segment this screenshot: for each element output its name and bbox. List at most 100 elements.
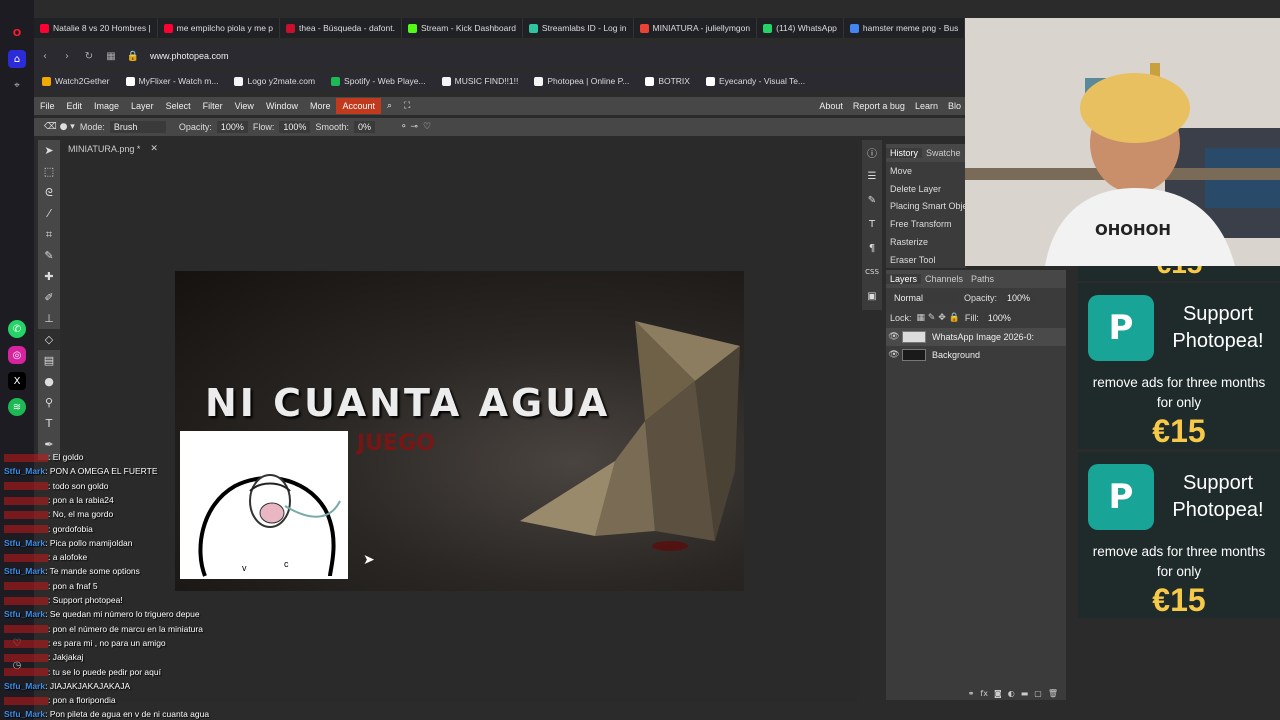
blur-tool-icon[interactable]: ● [38,371,60,392]
character-icon[interactable]: T [862,212,882,236]
history-item[interactable]: Free Transform [886,215,966,233]
delete-layer-icon[interactable]: 🗑 [1048,689,1058,698]
new-layer-icon[interactable]: ▢ [1034,689,1042,698]
browser-tab[interactable]: me empilcho piola y me p [158,18,281,38]
link-layers-icon[interactable]: ⚭ [968,689,975,698]
lasso-tool-icon[interactable]: ᘓ [38,182,60,203]
eraser-tool-icon[interactable]: ⌫ ● ▾ [44,122,75,132]
fill-input[interactable]: 100% [983,312,1015,324]
effects-icon[interactable]: fx [980,689,988,698]
browser-tab[interactable]: thea - Búsqueda - dafont. [280,18,402,38]
flow-input[interactable]: 100% [279,121,311,133]
browser-tab[interactable]: Natalie 8 vs 20 Hombres | [34,18,158,38]
bookmark-item[interactable]: MUSIC FIND!!1!! [434,76,527,86]
adjustment-icon[interactable]: ◐ [1008,689,1015,698]
airbrush-icon[interactable]: ⚬ ⊸ [400,122,418,132]
ad-support-2[interactable]: P Support Photopea! remove ads for three… [1078,452,1280,618]
dodge-tool-icon[interactable]: ⚲ [38,392,60,413]
marquee-tool-icon[interactable]: ⬚ [38,161,60,182]
css-icon[interactable]: CSS [862,260,882,284]
menu-layer[interactable]: Layer [125,101,160,111]
menu-image[interactable]: Image [88,101,125,111]
bookmark-item[interactable]: Watch2Gether [34,76,118,86]
crop-tool-icon[interactable]: ⌗ [38,224,60,245]
layers-tab[interactable]: Paths [967,274,998,284]
spotify-icon[interactable]: ≋ [8,398,26,416]
stamp-tool-icon[interactable]: ⊥ [38,308,60,329]
layers-tab[interactable]: Channels [921,274,967,284]
home-icon[interactable]: ⌂ [8,50,26,68]
menu-file[interactable]: File [34,101,61,111]
lock-options-icon[interactable]: ▦ ✎ ✥ 🔒 [917,313,960,323]
history-tab[interactable]: History [886,148,923,158]
x-icon[interactable]: X [8,372,26,390]
history-item[interactable]: Eraser Tool [886,251,966,269]
document-tab[interactable]: MINIATURA.png * ✕ [64,141,158,156]
history-item[interactable]: Rasterize [886,233,966,251]
image-icon[interactable]: ▣ [862,284,882,308]
instagram-icon[interactable]: ◎ [8,346,26,364]
menu-right-link[interactable]: About [814,101,848,111]
layer-row[interactable]: 👁 WhatsApp Image 2026-0: [886,328,1066,346]
smooth-input[interactable]: 0% [353,121,375,133]
eraser-tool-icon[interactable]: ◇ [38,329,60,350]
close-icon[interactable]: ✕ [150,144,158,154]
bookmark-item[interactable]: Logo y2mate.com [226,76,323,86]
search-icon[interactable]: ⌕ [381,101,398,111]
history-item[interactable]: Move [886,162,966,180]
gradient-tool-icon[interactable]: ▤ [38,350,60,371]
browser-tab[interactable]: Streamlabs ID - Log in [523,18,634,38]
bookmark-item[interactable]: Photopea | Online P... [526,76,637,86]
blend-mode-select[interactable]: Normal [890,292,958,304]
menu-window[interactable]: Window [260,101,304,111]
ad-support-1[interactable]: P Support Photopea! remove ads for three… [1078,283,1280,449]
browser-tab[interactable]: MINIATURA - juliellymgon [634,18,758,38]
properties-icon[interactable]: ☰ [862,164,882,188]
brush-panel-icon[interactable]: ✎ [862,188,882,212]
menu-right-link[interactable]: Learn [910,101,943,111]
history-tab[interactable]: Swatche [922,148,965,158]
folder-icon[interactable]: ▬ [1021,689,1029,698]
visibility-eye-icon[interactable]: 👁 [886,332,902,342]
menu-more[interactable]: More [304,101,337,111]
bookmark-item[interactable]: MyFlixer - Watch m... [118,76,227,86]
type-tool-icon[interactable]: T [38,413,60,434]
back-icon[interactable]: ‹ [34,51,56,62]
browser-tab[interactable]: (114) WhatsApp [757,18,844,38]
menu-edit[interactable]: Edit [61,101,89,111]
move-tool-icon[interactable]: ➤ [38,140,60,161]
opacity-input[interactable]: 100% [216,121,248,133]
magic-wand-icon[interactable]: ⁄ [38,203,60,224]
history-item[interactable]: Placing Smart Obje [886,198,966,216]
paragraph-icon[interactable]: ¶ [862,236,882,260]
browser-tab[interactable]: hamster meme png - Bus [844,18,966,38]
pin-icon[interactable]: ⌖ [8,76,26,94]
bookmark-item[interactable]: BOTRIX [637,76,698,86]
whatsapp-icon[interactable]: ✆ [8,320,26,338]
healing-brush-icon[interactable]: ✚ [38,266,60,287]
menu-select[interactable]: Select [160,101,197,111]
menu-view[interactable]: View [229,101,260,111]
opera-logo-icon[interactable]: O [8,24,26,42]
layer-row[interactable]: 👁 Background [886,346,1066,364]
fullscreen-icon[interactable]: ⛶ [398,101,416,111]
menu-filter[interactable]: Filter [197,101,229,111]
mask-icon[interactable]: ◙ [994,689,1002,698]
bookmark-item[interactable]: Spotify - Web Playe... [323,76,434,86]
eyedropper-icon[interactable]: ✎ [38,245,60,266]
reload-icon[interactable]: ↻ [78,51,100,62]
layers-tab[interactable]: Layers [886,274,922,284]
menu-right-link[interactable]: Report a bug [848,101,910,111]
brush-tool-icon[interactable]: ✐ [38,287,60,308]
bookmark-item[interactable]: Eyecandy - Visual Te... [698,76,813,86]
mode-select[interactable]: Brush [109,121,166,133]
info-icon[interactable]: ⓘ [862,140,882,164]
history-item[interactable]: Delete Layer [886,180,966,198]
url-field[interactable]: www.photopea.com [150,51,229,61]
forward-icon[interactable]: › [56,51,78,62]
speed-dial-icon[interactable]: ▦ [100,51,122,62]
pressure-heart-icon[interactable]: ♡ [423,122,431,132]
account-button[interactable]: Account [336,98,381,114]
layer-opacity-input[interactable]: 100% [1003,292,1035,304]
browser-tab[interactable]: Stream - Kick Dashboard [402,18,523,38]
